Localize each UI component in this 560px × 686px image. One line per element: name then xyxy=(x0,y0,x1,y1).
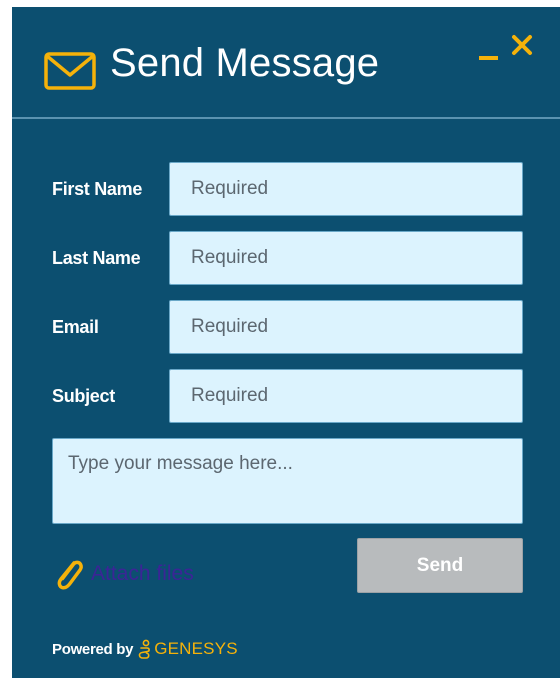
email-field[interactable] xyxy=(169,300,523,354)
send-message-widget: Send Message First Name Last Name Email … xyxy=(12,7,560,678)
subject-field[interactable] xyxy=(169,369,523,423)
first-name-label: First Name xyxy=(52,179,143,199)
subject-row: Subject xyxy=(12,369,560,423)
widget-title: Send Message xyxy=(110,41,380,85)
close-icon[interactable] xyxy=(510,33,534,57)
last-name-label: Last Name xyxy=(52,248,141,268)
widget-header: Send Message xyxy=(12,7,560,119)
genesys-brand: GENESYS xyxy=(154,639,238,658)
last-name-field[interactable] xyxy=(169,231,523,285)
envelope-icon xyxy=(44,52,96,90)
attach-files-link[interactable]: Attach files xyxy=(52,554,194,594)
last-name-row: Last Name xyxy=(12,231,560,285)
paperclip-icon xyxy=(57,560,83,590)
attach-files-label: Attach files xyxy=(91,562,194,585)
powered-by-footer: Powered by GENESYS xyxy=(52,637,238,661)
minimize-icon[interactable] xyxy=(479,56,498,60)
powered-by-label: Powered by xyxy=(52,640,134,658)
send-button[interactable]: Send xyxy=(357,538,523,593)
first-name-field[interactable] xyxy=(169,162,523,216)
genesys-logo-icon xyxy=(138,639,151,659)
first-name-row: First Name xyxy=(12,162,560,216)
subject-label: Subject xyxy=(52,386,115,406)
email-row: Email xyxy=(12,300,560,354)
email-label: Email xyxy=(52,317,99,337)
message-textarea[interactable] xyxy=(52,438,523,524)
